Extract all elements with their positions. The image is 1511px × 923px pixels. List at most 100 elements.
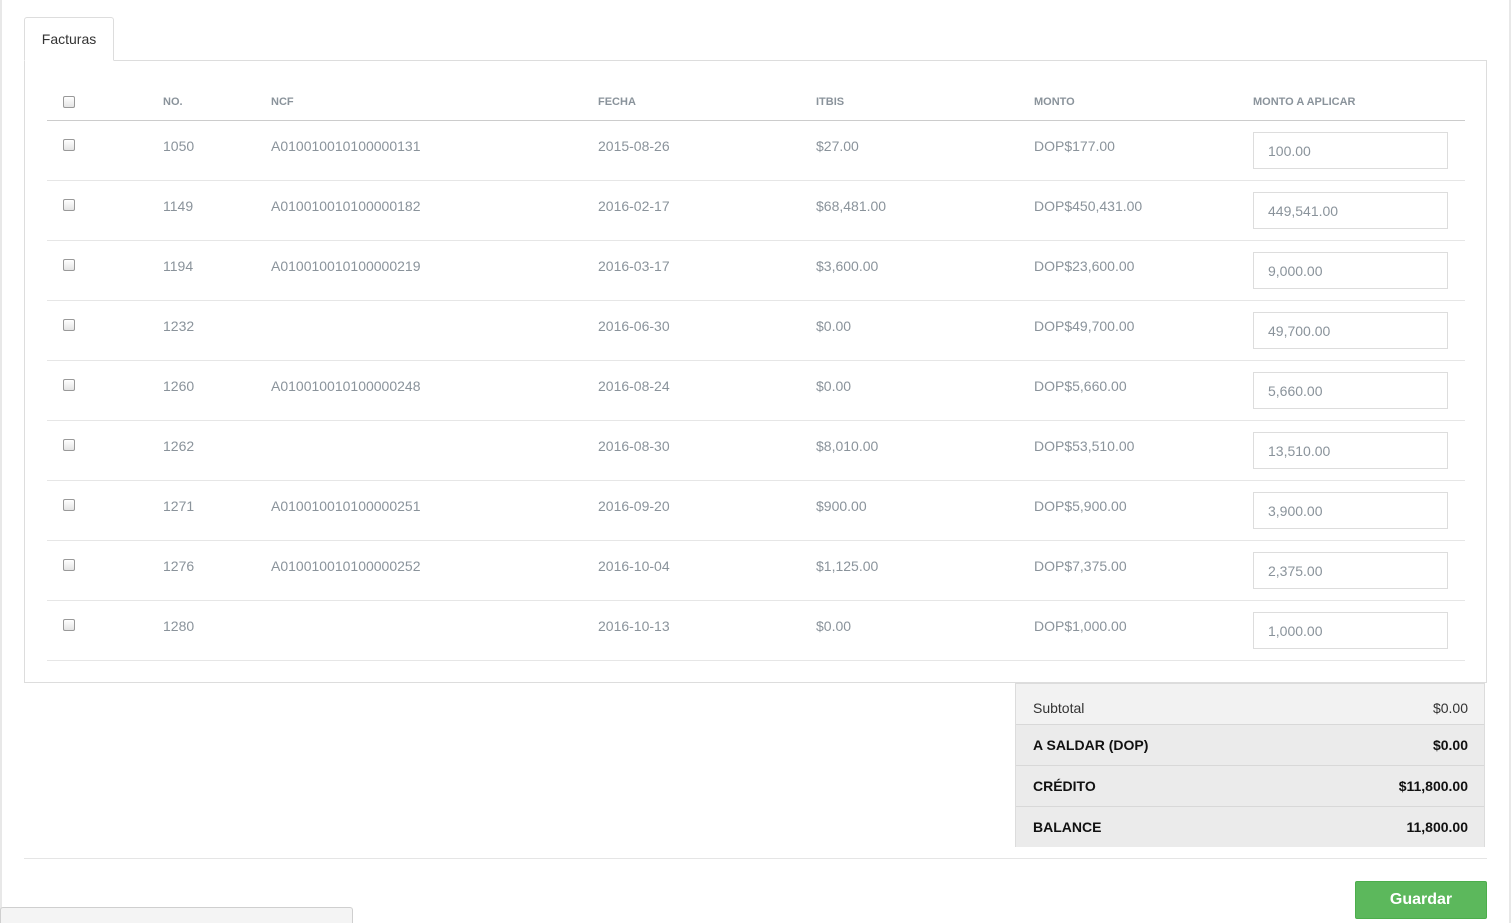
invoice-fecha: 2016-09-20 xyxy=(598,480,816,541)
invoice-monto: DOP$177.00 xyxy=(1034,120,1253,181)
row-checkbox[interactable] xyxy=(63,138,75,151)
invoice-ncf: A010010010100000219 xyxy=(271,240,598,301)
amount-to-apply-input[interactable]: 2,375.00 xyxy=(1253,551,1448,589)
amount-cell: 49,700.00 xyxy=(1253,300,1465,361)
invoice-itbis: $0.00 xyxy=(816,360,1034,421)
amount-to-apply-input[interactable]: 13,510.00 xyxy=(1253,431,1448,469)
subtotal-value: $0.00 xyxy=(1432,700,1468,716)
invoice-ncf: A010010010100000252 xyxy=(271,540,598,601)
amount-cell: 100.00 xyxy=(1253,120,1465,181)
invoice-ncf xyxy=(271,600,598,661)
row-select-cell xyxy=(47,240,163,301)
table-row: 1276 A010010010100000252 2016-10-04 $1,1… xyxy=(47,540,1465,601)
row-checkbox[interactable] xyxy=(63,558,75,571)
a-saldar-row: A SALDAR (DOP) $0.00 xyxy=(1016,724,1484,765)
row-checkbox[interactable] xyxy=(63,198,75,211)
invoice-fecha: 2016-08-24 xyxy=(598,360,816,421)
amount-cell: 449,541.00 xyxy=(1253,180,1465,241)
footer-divider xyxy=(24,858,1487,859)
row-select-cell xyxy=(47,540,163,601)
row-select-cell xyxy=(47,300,163,361)
invoice-ncf: A010010010100000182 xyxy=(271,180,598,241)
invoice-no: 1271 xyxy=(163,480,271,541)
row-checkbox[interactable] xyxy=(63,258,75,271)
invoice-monto: DOP$450,431.00 xyxy=(1034,180,1253,241)
amount-cell: 1,000.00 xyxy=(1253,600,1465,661)
a-saldar-value: $0.00 xyxy=(1432,737,1468,753)
row-checkbox[interactable] xyxy=(63,318,75,331)
invoice-ncf: A010010010100000131 xyxy=(271,120,598,181)
amount-to-apply-input[interactable]: 3,900.00 xyxy=(1253,491,1448,529)
invoice-itbis: $27.00 xyxy=(816,120,1034,181)
totals-box: Subtotal $0.00 A SALDAR (DOP) $0.00 CRÉD… xyxy=(1015,683,1485,847)
invoice-itbis: $1,125.00 xyxy=(816,540,1034,601)
invoice-itbis: $8,010.00 xyxy=(816,420,1034,481)
subtotal-row: Subtotal $0.00 xyxy=(1016,684,1484,724)
invoice-itbis: $3,600.00 xyxy=(816,240,1034,301)
invoice-fecha: 2015-08-26 xyxy=(598,120,816,181)
invoice-no: 1260 xyxy=(163,360,271,421)
invoice-no: 1232 xyxy=(163,300,271,361)
invoice-fecha: 2016-02-17 xyxy=(598,180,816,241)
amount-to-apply-input[interactable]: 5,660.00 xyxy=(1253,371,1448,409)
row-checkbox[interactable] xyxy=(63,438,75,451)
invoices-table: NO. NCF FECHA ITBIS MONTO MONTO A APLICA… xyxy=(47,81,1465,661)
invoice-fecha: 2016-08-30 xyxy=(598,420,816,481)
table-row: 1280 2016-10-13 $0.00 DOP$1,000.00 1,000… xyxy=(47,600,1465,661)
save-button[interactable]: Guardar xyxy=(1355,881,1487,919)
tab-facturas[interactable]: Facturas xyxy=(24,17,114,61)
header-select-all-cell xyxy=(47,81,163,121)
header-no: NO. xyxy=(163,81,271,121)
amount-to-apply-input[interactable]: 1,000.00 xyxy=(1253,611,1448,649)
credito-value: $11,800.00 xyxy=(1398,778,1468,794)
row-select-cell xyxy=(47,180,163,241)
row-select-cell xyxy=(47,420,163,481)
table-row: 1260 A010010010100000248 2016-08-24 $0.0… xyxy=(47,360,1465,421)
row-checkbox[interactable] xyxy=(63,498,75,511)
amount-cell: 9,000.00 xyxy=(1253,240,1465,301)
row-select-cell xyxy=(47,120,163,181)
row-select-cell xyxy=(47,360,163,421)
amount-to-apply-input[interactable]: 49,700.00 xyxy=(1253,311,1448,349)
invoice-no: 1276 xyxy=(163,540,271,601)
bottom-panel-edge xyxy=(0,907,353,923)
invoice-no: 1194 xyxy=(163,240,271,301)
amount-cell: 5,660.00 xyxy=(1253,360,1465,421)
amount-to-apply-input[interactable]: 100.00 xyxy=(1253,131,1448,169)
invoice-monto: DOP$23,600.00 xyxy=(1034,240,1253,301)
invoice-no: 1262 xyxy=(163,420,271,481)
table-row: 1271 A010010010100000251 2016-09-20 $900… xyxy=(47,480,1465,541)
amount-to-apply-input[interactable]: 9,000.00 xyxy=(1253,251,1448,289)
invoice-itbis: $0.00 xyxy=(816,600,1034,661)
invoice-monto: DOP$5,900.00 xyxy=(1034,480,1253,541)
window-left-edge xyxy=(0,0,2,923)
subtotal-label: Subtotal xyxy=(1033,700,1085,716)
table-row: 1262 2016-08-30 $8,010.00 DOP$53,510.00 … xyxy=(47,420,1465,481)
row-checkbox[interactable] xyxy=(63,378,75,391)
header-monto: MONTO xyxy=(1034,81,1253,121)
invoice-no: 1280 xyxy=(163,600,271,661)
select-all-checkbox[interactable] xyxy=(63,95,75,108)
table-row: 1149 A010010010100000182 2016-02-17 $68,… xyxy=(47,180,1465,241)
table-header-row: NO. NCF FECHA ITBIS MONTO MONTO A APLICA… xyxy=(47,81,1465,121)
amount-cell: 13,510.00 xyxy=(1253,420,1465,481)
invoice-monto: DOP$53,510.00 xyxy=(1034,420,1253,481)
amount-to-apply-input[interactable]: 449,541.00 xyxy=(1253,191,1448,229)
row-checkbox[interactable] xyxy=(63,618,75,631)
invoice-ncf xyxy=(271,420,598,481)
invoice-itbis: $68,481.00 xyxy=(816,180,1034,241)
table-row: 1194 A010010010100000219 2016-03-17 $3,6… xyxy=(47,240,1465,301)
invoice-fecha: 2016-06-30 xyxy=(598,300,816,361)
header-fecha: FECHA xyxy=(598,81,816,121)
invoice-fecha: 2016-10-04 xyxy=(598,540,816,601)
invoice-itbis: $900.00 xyxy=(816,480,1034,541)
invoice-monto: DOP$5,660.00 xyxy=(1034,360,1253,421)
a-saldar-label: A SALDAR (DOP) xyxy=(1033,737,1149,753)
balance-row: BALANCE 11,800.00 xyxy=(1016,806,1484,847)
row-select-cell xyxy=(47,480,163,541)
table-row: 1050 A010010010100000131 2015-08-26 $27.… xyxy=(47,120,1465,181)
credito-row: CRÉDITO $11,800.00 xyxy=(1016,765,1484,806)
invoice-ncf xyxy=(271,300,598,361)
invoice-no: 1050 xyxy=(163,120,271,181)
header-ncf: NCF xyxy=(271,81,598,121)
